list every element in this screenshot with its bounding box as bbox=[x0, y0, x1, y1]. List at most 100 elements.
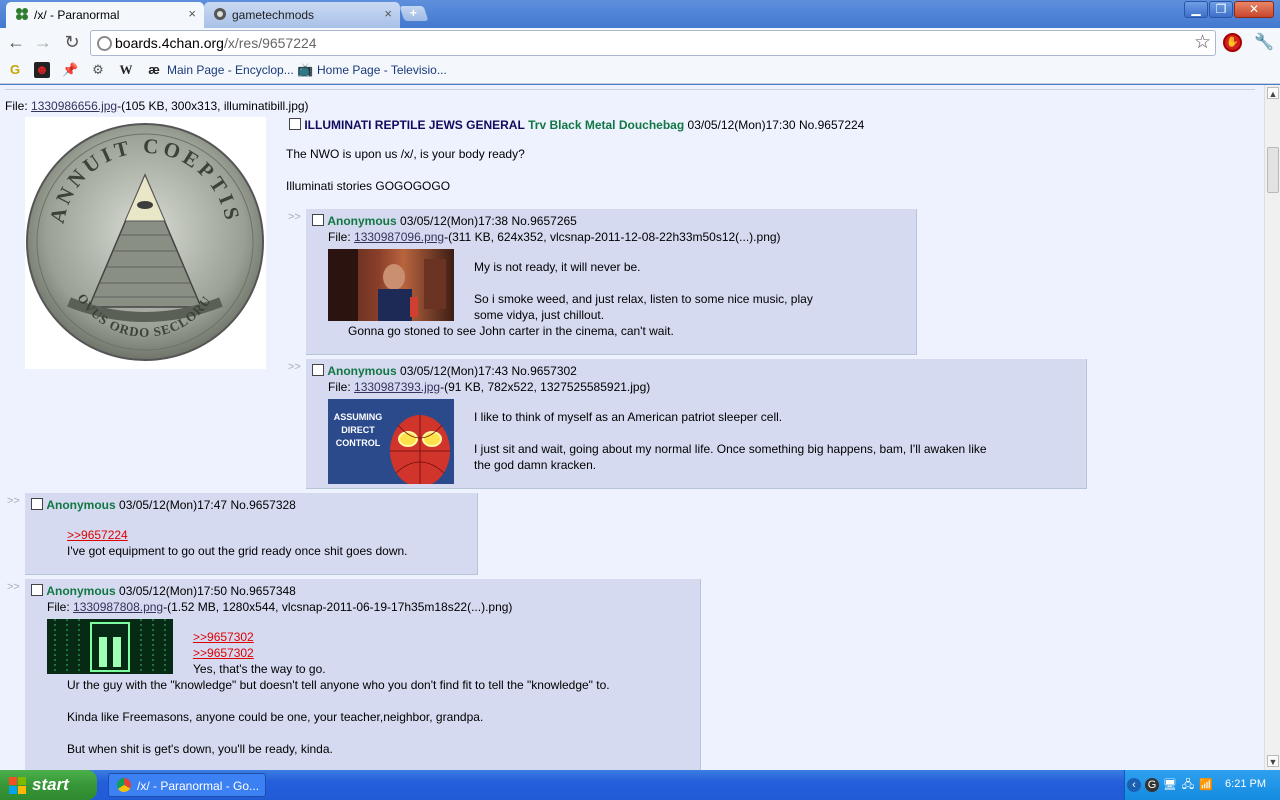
bookmark-star-icon[interactable]: ☆ bbox=[1194, 31, 1211, 54]
reply-header: Anonymous 03/05/12(Mon)17:47 No.9657328 bbox=[31, 497, 296, 513]
tab-close-icon[interactable]: × bbox=[188, 6, 196, 21]
reply-image[interactable]: ASSUMING DIRECT CONTROL bbox=[328, 399, 454, 484]
great-seal-image: ANNUIT COEPTIS NOVUS ORDO SECLORUM bbox=[25, 117, 264, 361]
reply-file-info: File: 1330987393.jpg-(91 KB, 782x522, 13… bbox=[328, 380, 651, 394]
tray-chevron-icon[interactable]: ‹ bbox=[1127, 778, 1141, 792]
reply-image[interactable] bbox=[47, 619, 173, 674]
reply-post: Anonymous 03/05/12(Mon)17:43 No.9657302 … bbox=[306, 359, 1087, 489]
gear-icon bbox=[214, 8, 226, 20]
scroll-down-icon[interactable]: ▼ bbox=[1267, 755, 1279, 767]
back-icon[interactable]: ← bbox=[6, 33, 26, 53]
signal-icon[interactable]: 📶 bbox=[1199, 778, 1213, 792]
post-line: some vidya, just chillout. bbox=[474, 308, 605, 322]
reply-checkbox[interactable] bbox=[31, 498, 43, 510]
start-button[interactable]: start bbox=[0, 770, 97, 800]
network-icon[interactable]: 🖧 bbox=[1181, 778, 1195, 792]
bookmark-gear-icon[interactable]: ⚙ bbox=[90, 62, 106, 78]
monitor-icon[interactable]: 🖥 bbox=[1163, 778, 1177, 792]
reload-icon[interactable]: ↻ bbox=[62, 33, 82, 53]
tab-paranormal[interactable]: /x/ - Paranormal × bbox=[6, 2, 204, 28]
chrome-icon bbox=[117, 778, 131, 792]
divider bbox=[5, 89, 1255, 90]
close-window-button[interactable]: ✕ bbox=[1234, 1, 1274, 18]
spiderman-image bbox=[390, 415, 450, 484]
taskbar: start /x/ - Paranormal - Go... ‹ G 🖥 🖧 📶… bbox=[0, 770, 1280, 800]
post-number[interactable]: No.9657302 bbox=[511, 364, 576, 378]
op-header: ILLUMINATI REPTILE JEWS GENERAL Trv Blac… bbox=[289, 117, 864, 133]
quote-link[interactable]: >>9657302 bbox=[193, 630, 254, 644]
new-tab-button[interactable]: + bbox=[399, 6, 429, 21]
op-file-link[interactable]: 1330986656.jpg bbox=[31, 99, 117, 113]
maximize-button[interactable]: ❐ bbox=[1209, 1, 1233, 18]
post-line: But when shit is get's down, you'll be r… bbox=[67, 742, 333, 756]
post-number[interactable]: No.9657328 bbox=[230, 498, 295, 512]
tab-close-icon[interactable]: × bbox=[384, 6, 392, 21]
bookmark-wikipedia-icon[interactable]: W bbox=[118, 62, 134, 78]
bookmark-television[interactable]: Home Page - Televisio... bbox=[317, 63, 447, 77]
reply-checkbox[interactable] bbox=[312, 364, 324, 376]
taskbar-item-chrome[interactable]: /x/ - Paranormal - Go... bbox=[108, 773, 266, 797]
post-number[interactable]: No.9657348 bbox=[230, 584, 295, 598]
forward-icon[interactable]: → bbox=[33, 33, 53, 53]
post-line: Yes, that's the way to go. bbox=[193, 662, 326, 676]
wrench-icon[interactable]: 🔧 bbox=[1254, 32, 1274, 52]
tab-title: gametechmods bbox=[232, 8, 315, 22]
reply-checkbox[interactable] bbox=[312, 214, 324, 226]
browser-toolbar: ← → ↻ boards.4chan.org/x/res/9657224 ☆ ✋… bbox=[0, 28, 1280, 58]
reply-file-info: File: 1330987096.png-(311 KB, 624x352, v… bbox=[328, 230, 781, 244]
clover-icon bbox=[16, 8, 28, 20]
adblock-icon[interactable]: ✋ bbox=[1223, 33, 1242, 52]
reply-image[interactable] bbox=[328, 249, 454, 321]
minimize-button[interactable]: ▁ bbox=[1184, 1, 1208, 18]
bookmark-g-icon[interactable]: G bbox=[7, 62, 23, 78]
post-line: the god damn kracken. bbox=[474, 458, 597, 472]
post-datetime: 03/05/12(Mon)17:50 bbox=[119, 584, 228, 598]
scroll-thumb[interactable] bbox=[1267, 147, 1279, 193]
op-subject: ILLUMINATI REPTILE JEWS GENERAL bbox=[304, 118, 525, 132]
post-datetime: 03/05/12(Mon)17:38 bbox=[400, 214, 509, 228]
op-line: The NWO is upon us /x/, is your body rea… bbox=[286, 147, 525, 161]
bookmark-mask-icon[interactable]: ☻ bbox=[34, 62, 50, 78]
post-line: Ur the guy with the "knowledge" but does… bbox=[67, 678, 610, 692]
post-line: My is not ready, it will never be. bbox=[474, 260, 641, 274]
poster-name: Anonymous bbox=[327, 214, 397, 228]
post-datetime: 03/05/12(Mon)17:47 bbox=[119, 498, 228, 512]
reply-file-link[interactable]: 1330987808.png bbox=[73, 600, 163, 614]
post-datetime: 03/05/12(Mon)17:43 bbox=[400, 364, 509, 378]
globe-icon bbox=[97, 36, 112, 51]
reply-file-link[interactable]: 1330987393.jpg bbox=[354, 380, 440, 394]
title-bar: /x/ - Paranormal × gametechmods × + ▁ ❐ … bbox=[0, 0, 1280, 28]
vertical-scrollbar[interactable]: ▲ ▼ bbox=[1264, 85, 1280, 770]
bookmark-pin-icon[interactable]: 📌 bbox=[62, 62, 78, 78]
op-image[interactable]: ANNUIT COEPTIS NOVUS ORDO SECLORUM bbox=[25, 117, 266, 369]
tab-gametechmods[interactable]: gametechmods × bbox=[204, 2, 400, 28]
post-number[interactable]: No.9657265 bbox=[511, 214, 576, 228]
op-checkbox[interactable] bbox=[289, 118, 301, 130]
reply-checkbox[interactable] bbox=[31, 584, 43, 596]
post-line: Kinda like Freemasons, anyone could be o… bbox=[67, 710, 484, 724]
windows-logo-icon bbox=[9, 777, 26, 794]
reply-file-link[interactable]: 1330987096.png bbox=[354, 230, 444, 244]
bookmark-ae-icon[interactable]: æ bbox=[146, 62, 162, 78]
poster-name: Anonymous bbox=[46, 498, 116, 512]
bookmarks-bar: G ☻ 📌 ⚙ W æ Main Page - Encyclop... 📺 Ho… bbox=[0, 58, 1280, 84]
scroll-up-icon[interactable]: ▲ bbox=[1267, 87, 1279, 99]
tray-g-icon[interactable]: G bbox=[1145, 778, 1159, 792]
post-line: So i smoke weed, and just relax, listen … bbox=[474, 292, 813, 306]
bookmark-encyclopedia[interactable]: Main Page - Encyclop... bbox=[167, 63, 294, 77]
page-content: File: 1330986656.jpg-(105 KB, 300x313, i… bbox=[0, 85, 1264, 770]
quote-link[interactable]: >>9657302 bbox=[193, 646, 254, 660]
op-post-number[interactable]: No.9657224 bbox=[799, 118, 864, 132]
matrix-image bbox=[54, 619, 166, 674]
post-line: Gonna go stoned to see John carter in th… bbox=[348, 324, 674, 338]
op-poster-name: Trv Black Metal Douchebag bbox=[528, 118, 685, 132]
op-line: Illuminati stories GOGOGOGO bbox=[286, 179, 451, 193]
address-bar[interactable]: boards.4chan.org/x/res/9657224 ☆ bbox=[90, 30, 1216, 56]
quote-link[interactable]: >>9657224 bbox=[67, 528, 128, 542]
stoner-photo bbox=[328, 249, 446, 321]
op-file-info: File: 1330986656.jpg-(105 KB, 300x313, i… bbox=[5, 99, 309, 113]
start-label: start bbox=[32, 775, 69, 794]
reply-arrow: >> bbox=[288, 361, 301, 373]
post-line: I've got equipment to go out the grid re… bbox=[67, 544, 408, 558]
reply-arrow: >> bbox=[7, 495, 20, 507]
